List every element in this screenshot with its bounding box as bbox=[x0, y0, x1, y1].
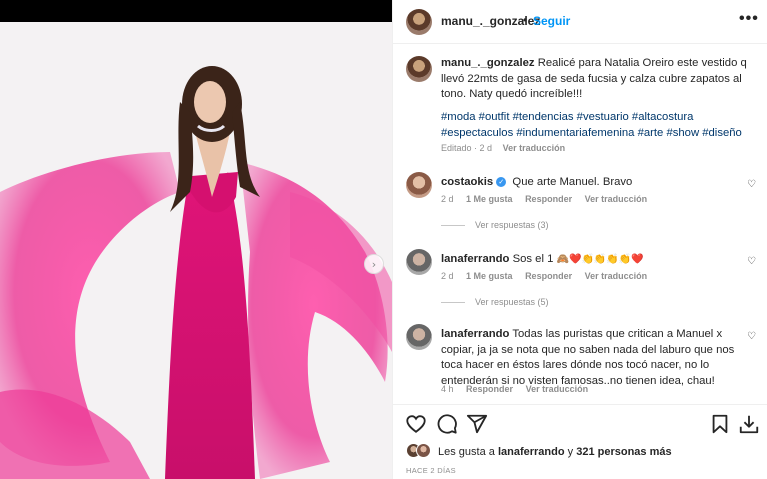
comment-meta: 2 d 1 Me gusta Responder Ver traducción bbox=[441, 194, 657, 204]
post-detail-panel: manu_._gonzalez • Seguir ••• manu_._gonz… bbox=[392, 0, 767, 479]
likes-others[interactable]: 321 personas más bbox=[576, 446, 671, 458]
caption-hashtags[interactable]: #moda #outfit #tendencias #vestuario #al… bbox=[441, 110, 756, 141]
likes-summary: Les gusta a lanaferrando y 321 personas … bbox=[393, 440, 767, 462]
comment-likes[interactable]: 1 Me gusta bbox=[466, 194, 513, 204]
reply-button[interactable]: Responder bbox=[466, 384, 513, 394]
next-photo-button[interactable]: chevron-right-icon › bbox=[364, 254, 384, 274]
dress-illustration bbox=[0, 22, 392, 479]
post-photo[interactable]: chevron-right-icon › bbox=[0, 0, 392, 479]
comment-age: 4 h bbox=[441, 384, 454, 394]
header-separator: • bbox=[523, 13, 528, 27]
comment-avatar[interactable] bbox=[406, 172, 432, 198]
caption-translate-link[interactable]: Ver traducción bbox=[503, 143, 566, 153]
send-icon[interactable] bbox=[466, 413, 488, 435]
follow-button[interactable]: Seguir bbox=[533, 14, 570, 28]
comment-text: lanaferrando Sos el 1 🙈❤️👏👏👏👏❤️ bbox=[441, 252, 741, 268]
translate-button[interactable]: Ver traducción bbox=[585, 194, 648, 204]
chevron-glyph: › bbox=[371, 257, 377, 271]
comment-likes[interactable]: 1 Me gusta bbox=[466, 271, 513, 281]
likes-user[interactable]: lanaferrando bbox=[498, 446, 565, 458]
view-replies-button[interactable]: Ver respuestas (3) bbox=[441, 220, 549, 230]
comment-like-heart-icon[interactable]: ♡ bbox=[747, 179, 759, 191]
caption-meta: Editado · 2 d Ver traducción bbox=[441, 143, 565, 153]
verified-badge-icon: ✓ bbox=[496, 177, 507, 187]
comment-username[interactable]: lanaferrando bbox=[441, 328, 509, 340]
translate-button[interactable]: Ver traducción bbox=[526, 384, 589, 394]
view-replies-button[interactable]: Ver respuestas (5) bbox=[441, 297, 549, 307]
comment-like-heart-icon[interactable]: ♡ bbox=[747, 256, 759, 268]
comment-body: Que arte Manuel. Bravo bbox=[512, 176, 633, 188]
post-header: manu_._gonzalez • Seguir ••• bbox=[393, 0, 767, 44]
comment-like-heart-icon[interactable]: ♡ bbox=[747, 331, 759, 343]
comment-emojis: 🙈❤️👏👏👏👏❤️ bbox=[556, 254, 644, 265]
comment-avatar[interactable] bbox=[406, 249, 432, 275]
comment-meta: 4 h Responder Ver traducción bbox=[441, 384, 598, 394]
likes-prefix: Les gusta a bbox=[438, 446, 495, 458]
reply-button[interactable]: Responder bbox=[525, 194, 572, 204]
likes-text: Les gusta a lanaferrando y 321 personas … bbox=[438, 446, 672, 458]
comment-text: costaokis ✓ Que arte Manuel. Bravo bbox=[441, 175, 741, 191]
likes-conj: y bbox=[567, 446, 574, 458]
author-avatar[interactable] bbox=[406, 9, 432, 35]
comment-text: lanaferrando Todas las puristas que crit… bbox=[441, 327, 741, 389]
comment-username[interactable]: lanaferrando bbox=[441, 253, 509, 265]
heart-icon[interactable] bbox=[405, 413, 427, 435]
caption-edited: Editado · 2 d bbox=[441, 143, 493, 153]
comment-meta: 2 d 1 Me gusta Responder Ver traducción bbox=[441, 271, 657, 281]
view-replies-label[interactable]: Ver respuestas (5) bbox=[475, 297, 549, 307]
photo-top-bar bbox=[0, 0, 392, 22]
caption-text: manu_._gonzalez Realicé para Natalia Ore… bbox=[441, 56, 756, 103]
more-options-icon[interactable]: ••• bbox=[739, 10, 759, 28]
liker-avatar bbox=[416, 443, 431, 458]
comment-username[interactable]: costaokis bbox=[441, 176, 493, 188]
reply-button[interactable]: Responder bbox=[525, 271, 572, 281]
comment-avatar[interactable] bbox=[406, 324, 432, 350]
post-timestamp: HACE 2 DÍAS bbox=[406, 466, 456, 475]
replies-divider bbox=[441, 302, 465, 304]
bookmark-icon[interactable] bbox=[709, 413, 731, 435]
caption-avatar[interactable] bbox=[406, 56, 432, 82]
translate-button[interactable]: Ver traducción bbox=[585, 271, 648, 281]
comment-age: 2 d bbox=[441, 271, 454, 281]
download-icon[interactable] bbox=[738, 413, 760, 435]
replies-divider bbox=[441, 225, 465, 227]
comment-body: Sos el 1 bbox=[512, 253, 554, 265]
comment-age: 2 d bbox=[441, 194, 454, 204]
comment-icon[interactable] bbox=[436, 413, 458, 435]
caption-username[interactable]: manu_._gonzalez bbox=[441, 57, 535, 69]
action-bar bbox=[393, 404, 767, 440]
view-replies-label[interactable]: Ver respuestas (3) bbox=[475, 220, 549, 230]
